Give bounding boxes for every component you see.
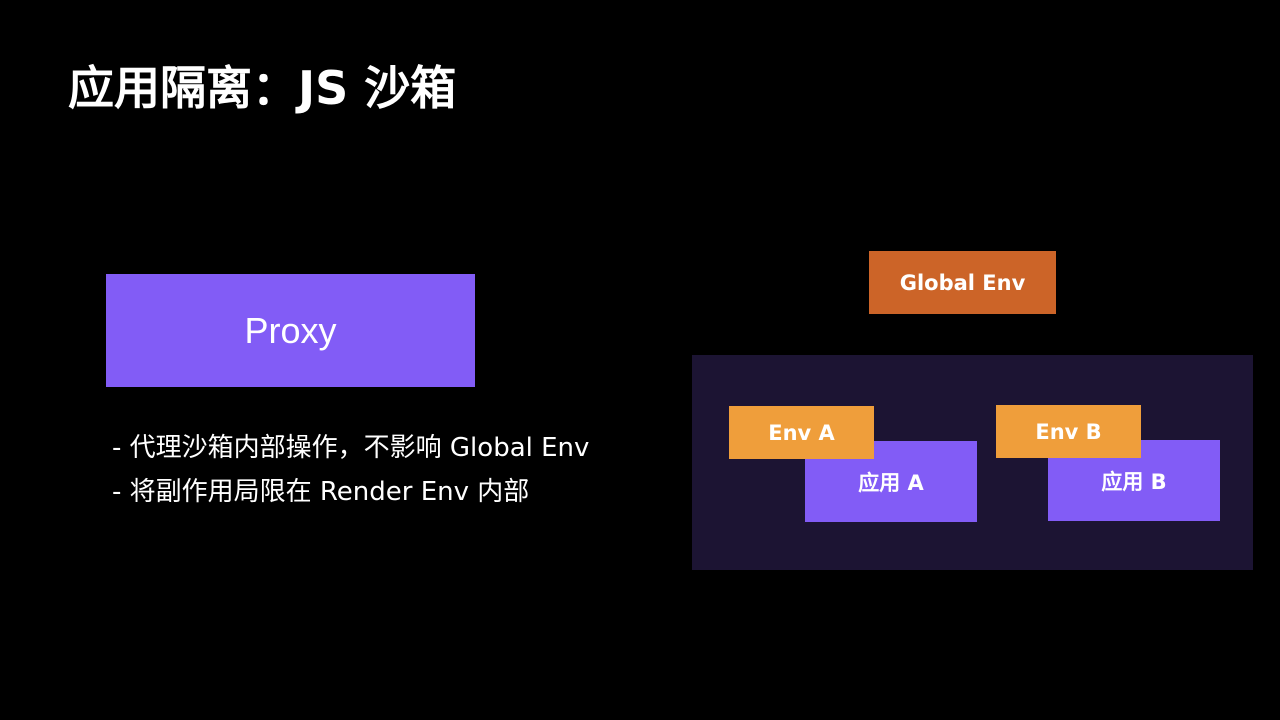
slide-title: 应用隔离：JS 沙箱	[68, 61, 457, 115]
proxy-box: Proxy	[106, 274, 475, 387]
env-a-box: Env A	[729, 406, 874, 459]
env-b-box: Env B	[996, 405, 1141, 458]
env-a-label: Env A	[768, 420, 835, 445]
global-env-label: Global Env	[899, 270, 1026, 295]
bullet-item: - 代理沙箱内部操作，不影响 Global Env	[112, 433, 590, 463]
env-b-label: Env B	[1035, 419, 1102, 444]
app-b-label: 应用 B	[1101, 469, 1167, 494]
bullet-item: - 将副作用局限在 Render Env 内部	[112, 477, 530, 507]
proxy-label: Proxy	[244, 309, 337, 351]
global-env-box: Global Env	[869, 251, 1056, 314]
bullet-list: - 代理沙箱内部操作，不影响 Global Env - 将副作用局限在 Rend…	[112, 426, 589, 514]
app-a-label: 应用 A	[858, 470, 924, 495]
